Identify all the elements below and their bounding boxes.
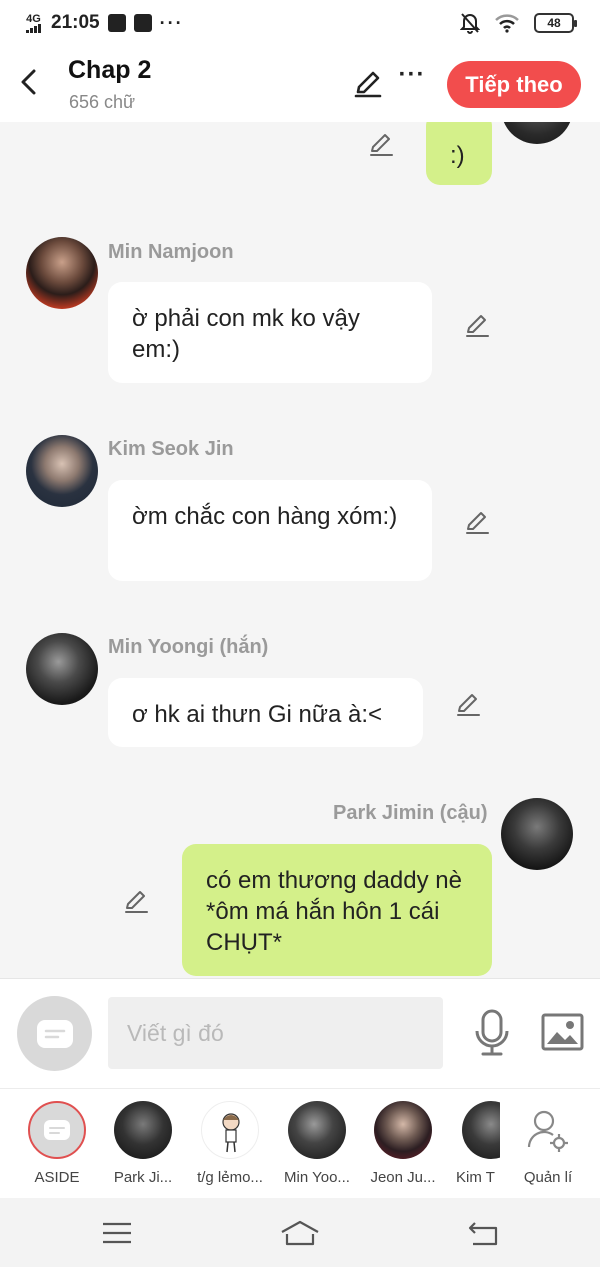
character-jeon-jungkook[interactable]: Jeon Ju... [363,1101,443,1186]
edit-message-button[interactable] [463,508,491,536]
back-button[interactable] [14,64,42,100]
avatar [201,1101,259,1159]
composer-bar [0,978,600,1088]
edit-message-button[interactable] [367,130,395,158]
character-label: Jeon Ju... [370,1169,436,1186]
character-min-yoongi[interactable]: Min Yoo... [277,1101,357,1186]
back-nav-button[interactable] [463,1216,503,1250]
chevron-left-icon [21,69,36,95]
edit-message-button[interactable] [463,311,491,339]
manage-characters-button[interactable]: Quản lí [508,1101,588,1186]
message-input[interactable] [108,997,443,1069]
character-park-jimin[interactable]: Park Ji... [103,1101,183,1186]
avatar [114,1101,172,1159]
next-chapter-button[interactable]: Tiếp theo [447,61,581,108]
character-author[interactable]: t/g lẻmo... [190,1101,270,1186]
menu-icon [103,1222,131,1244]
status-bar: 4G 21:05 ··· 48 [0,0,600,978]
avatar [519,1101,577,1159]
pencil-icon [466,315,489,337]
character-label: t/g lẻmo... [197,1169,263,1186]
message-bubble[interactable]: ơ hk ai thưn Gi nữa à:< [108,678,423,747]
edit-message-button[interactable] [122,887,150,915]
clock: 21:05 [51,12,100,33]
chapter-header: Chap 2 656 chữ ··· Tiếp theo [0,46,600,122]
character-label: Quản lí [523,1169,573,1186]
avatar[interactable] [501,122,573,144]
avatar [462,1101,500,1159]
message-bubble[interactable]: :) [426,122,492,185]
signal-icon: 4G [26,12,41,33]
more-options-button[interactable]: ··· [398,61,426,96]
pencil-icon [125,891,148,913]
voice-input-button[interactable] [472,1009,512,1057]
avatar [374,1101,432,1159]
message-bubble[interactable]: có em thương daddy nè *ôm má hắn hôn 1 c… [182,844,492,976]
more-horizontal-icon: ··· [398,61,426,88]
character-label: ASIDE [34,1169,80,1186]
home-button[interactable] [280,1216,320,1250]
message-bubble[interactable]: ờm chắc con hàng xóm:) [108,480,432,581]
character-aside[interactable]: ASIDE [17,1101,97,1186]
pencil-icon [354,71,382,98]
avatar[interactable] [26,435,98,507]
more-notifications-icon: ··· [159,12,184,33]
network-type: 4G [26,12,41,25]
mail-icon [107,14,126,32]
chat-area[interactable]: :) Min Namjoon ờ phải con mk ko vậy em:)… [0,122,600,978]
user-settings-icon [527,1110,568,1152]
microphone-icon [475,1009,509,1056]
sender-name: Park Jimin (cậu) [333,802,488,824]
pencil-icon [466,512,489,534]
aside-toggle-button[interactable] [17,996,92,1071]
insert-image-button[interactable] [541,1013,584,1051]
mute-icon [460,13,480,34]
chibi-figure-icon [222,1113,240,1153]
home-icon [281,1220,319,1246]
battery-icon: 48 [534,13,577,33]
sender-name: Min Yoongi (hắn) [108,636,269,658]
pencil-icon [457,694,480,716]
character-bar: ASIDE Park Ji... t/g lẻmo... Min Yoo... … [0,1088,600,1198]
character-label: Kim T [456,1169,495,1186]
avatar[interactable] [501,798,573,870]
page-title: Chap 2 [68,56,152,84]
recent-apps-button[interactable] [97,1216,137,1250]
pencil-icon [370,134,393,156]
avatar[interactable] [26,633,98,705]
image-icon [541,1013,584,1051]
wifi-icon [495,14,519,33]
message-bubble[interactable]: ờ phải con mk ko vậy em:) [108,282,432,383]
character-label: Min Yoo... [284,1169,350,1186]
character-kim-taehyung[interactable]: Kim T [450,1101,500,1186]
battery-level: 48 [547,16,561,30]
word-count: 656 chữ [69,92,136,112]
edit-message-button[interactable] [454,690,482,718]
sender-name: Kim Seok Jin [108,438,234,460]
sender-name: Min Namjoon [108,241,234,263]
system-nav-bar [0,1198,600,1267]
character-label: Park Ji... [113,1169,173,1186]
facebook-icon [133,14,152,32]
avatar [28,1101,86,1159]
aside-note-icon [44,1120,70,1140]
avatar[interactable] [26,237,98,309]
back-arrow-icon [468,1222,498,1246]
avatar [288,1101,346,1159]
edit-chapter-button[interactable] [352,68,384,100]
aside-note-icon [36,1019,73,1048]
